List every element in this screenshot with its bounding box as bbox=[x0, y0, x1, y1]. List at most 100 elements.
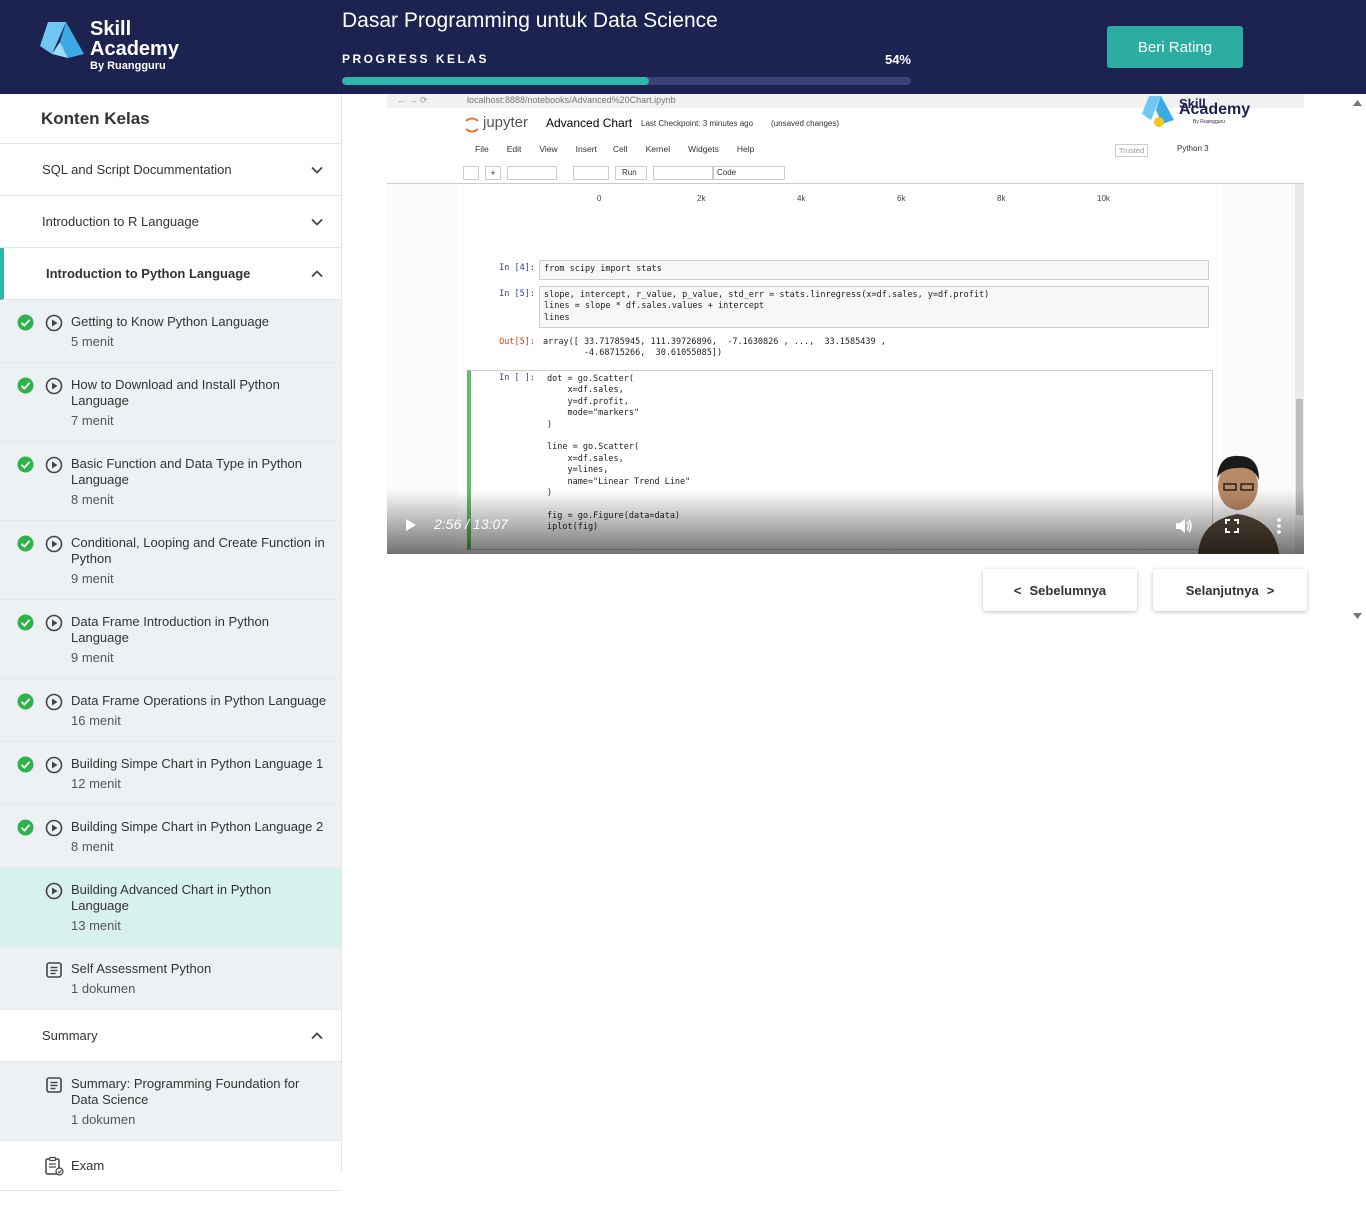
lesson-title: Self Assessment Python bbox=[71, 961, 212, 976]
fullscreen-icon[interactable] bbox=[1225, 519, 1239, 533]
course-content-sidebar: Konten Kelas SQL and Script Docummentati… bbox=[0, 94, 342, 1191]
video-time-display: 2:56 / 13:07 bbox=[434, 516, 508, 532]
lesson-duration: 13 menit bbox=[71, 918, 121, 933]
completed-check-icon bbox=[17, 614, 34, 631]
cell-prompt: In [5]: bbox=[499, 289, 535, 299]
cell-prompt: In [4]: bbox=[499, 263, 535, 273]
play-circle-icon bbox=[45, 693, 63, 711]
unsaved-text: (unsaved changes) bbox=[771, 119, 840, 128]
jupyter-header: jupyter Advanced Chart Last Checkpoint: … bbox=[387, 96, 1304, 184]
jupyter-menu-item: Insert bbox=[575, 144, 597, 154]
lesson-title: Data Frame Introduction in Python Langua… bbox=[71, 614, 269, 645]
skill-academy-logo[interactable]: Skill Academy By Ruangguru bbox=[38, 18, 208, 76]
lesson-title: Basic Function and Data Type in Python L… bbox=[71, 456, 303, 487]
lesson-title: How to Download and Install Python Langu… bbox=[71, 377, 280, 408]
page-scrollbar[interactable] bbox=[1349, 94, 1366, 625]
play-circle-icon bbox=[45, 614, 63, 632]
lesson-title: Conditional, Looping and Create Function… bbox=[71, 535, 325, 566]
jupyter-toolbar: + Run Code bbox=[463, 166, 813, 180]
more-options-icon[interactable] bbox=[1276, 518, 1282, 534]
play-circle-icon bbox=[45, 535, 63, 553]
section-intro-r-language[interactable]: Introduction to R Language bbox=[0, 196, 341, 248]
lesson-item[interactable]: Self Assessment Python 1 dokumen bbox=[0, 947, 341, 1010]
progress-label: PROGRESS KELAS bbox=[342, 52, 490, 66]
next-lesson-button[interactable]: Selanjutnya > bbox=[1153, 569, 1307, 611]
lesson-title: Building Advanced Chart in Python Langua… bbox=[71, 882, 272, 913]
lesson-item-summary[interactable]: Summary: Programming Foundation for Data… bbox=[0, 1062, 341, 1141]
lesson-item[interactable]: Conditional, Looping and Create Function… bbox=[0, 521, 341, 600]
browser-url: localhost:8888/notebooks/Advanced%20Char… bbox=[467, 95, 676, 105]
lesson-item-current[interactable]: Building Advanced Chart in Python Langua… bbox=[0, 868, 341, 947]
completed-check-icon bbox=[17, 456, 34, 473]
sidebar-title: Konten Kelas bbox=[0, 94, 341, 144]
chevron-right-icon: > bbox=[1266, 582, 1275, 598]
progress-bar bbox=[342, 77, 911, 85]
document-icon bbox=[46, 962, 62, 978]
lesson-duration: 1 dokumen bbox=[71, 1112, 136, 1127]
section-intro-python-language[interactable]: Introduction to Python Language bbox=[0, 248, 341, 300]
lesson-title: Data Frame Operations in Python Language bbox=[71, 693, 327, 708]
scroll-up-icon[interactable] bbox=[1353, 100, 1362, 106]
chevron-down-icon bbox=[311, 166, 323, 174]
cell-type-select: Code bbox=[713, 166, 785, 180]
axis-tick-label: 8k bbox=[997, 194, 1006, 203]
lesson-duration: 5 menit bbox=[71, 334, 114, 349]
play-circle-icon bbox=[45, 456, 63, 474]
volume-icon[interactable] bbox=[1175, 518, 1193, 534]
lesson-item[interactable]: Data Frame Operations in Python Language… bbox=[0, 679, 341, 742]
axis-tick-label: 2k bbox=[697, 194, 706, 203]
rate-class-button[interactable]: Beri Rating bbox=[1107, 26, 1243, 68]
code-cell: from scipy import stats bbox=[539, 260, 1209, 280]
jupyter-brand: jupyter bbox=[483, 114, 529, 131]
document-icon bbox=[46, 1077, 62, 1093]
python-lesson-list: Getting to Know Python Language 5 menit Ho… bbox=[0, 300, 341, 1010]
lesson-item[interactable]: Data Frame Introduction in Python Langua… bbox=[0, 600, 341, 679]
lesson-item[interactable]: Getting to Know Python Language 5 menit bbox=[0, 300, 341, 363]
completed-check-icon bbox=[17, 535, 34, 552]
scroll-down-icon[interactable] bbox=[1353, 613, 1362, 619]
jupyter-logo-icon bbox=[465, 117, 479, 133]
axis-tick-label: 10k bbox=[1097, 194, 1110, 203]
axis-tick-label: 0 bbox=[597, 194, 602, 203]
lesson-duration: 7 menit bbox=[71, 413, 114, 428]
notebook-title: Advanced Chart bbox=[546, 116, 633, 130]
section-summary[interactable]: Summary bbox=[0, 1010, 341, 1062]
section-sql-script-documentation[interactable]: SQL and Script Docummentation bbox=[0, 144, 341, 196]
section-label: Introduction to Python Language bbox=[46, 266, 251, 281]
section-label: Introduction to R Language bbox=[42, 214, 199, 229]
watermark-logo-icon bbox=[1142, 96, 1174, 127]
jupyter-menu-item: Edit bbox=[506, 144, 522, 154]
lesson-item[interactable]: How to Download and Install Python Langu… bbox=[0, 363, 341, 442]
exam-item[interactable]: Exam bbox=[0, 1141, 341, 1191]
cell-prompt: Out[5]: bbox=[499, 337, 535, 347]
video-player[interactable]: ← → ⟳ localhost:8888/notebooks/Advanced%… bbox=[387, 94, 1304, 554]
completed-check-icon bbox=[17, 693, 34, 710]
jupyter-menu: File Edit View Insert Cell Kernel Widgets Help bbox=[475, 144, 772, 154]
video-controls: 2:56 / 13:07 bbox=[387, 490, 1304, 554]
next-label: Selanjutnya bbox=[1185, 582, 1259, 598]
jupyter-menu-item: Help bbox=[736, 144, 755, 154]
chart-x-axis: 0 2k 4k 6k 8k 10k bbox=[597, 194, 1157, 206]
play-icon[interactable] bbox=[405, 518, 417, 532]
progress-percentage: 54% bbox=[884, 52, 911, 67]
top-header: Skill Academy By Ruangguru Dasar Program… bbox=[0, 0, 1366, 94]
lesson-item[interactable]: Building Simpe Chart in Python Language … bbox=[0, 805, 341, 868]
play-circle-icon bbox=[45, 882, 63, 900]
play-circle-icon bbox=[45, 314, 63, 332]
previous-lesson-button[interactable]: < Sebelumnya bbox=[983, 569, 1137, 611]
checkpoint-text: Last Checkpoint: 3 minutes ago bbox=[641, 119, 754, 128]
lesson-duration: 16 menit bbox=[71, 713, 121, 728]
code-cell: array([ 33.71785945, 111.39726896, -7.16… bbox=[539, 334, 1209, 360]
lesson-duration: 8 menit bbox=[71, 492, 114, 507]
logo-text-byline: By Ruangguru bbox=[90, 60, 166, 72]
lesson-title: Summary: Programming Foundation for Data… bbox=[71, 1076, 300, 1107]
lesson-item[interactable]: Building Simpe Chart in Python Language … bbox=[0, 742, 341, 805]
logo-text-academy: Academy bbox=[90, 38, 179, 60]
cell-prompt: In [ ]: bbox=[499, 373, 535, 383]
chevron-left-icon: < bbox=[1013, 582, 1022, 598]
logo-text-skill: Skill bbox=[90, 18, 132, 40]
play-circle-icon bbox=[45, 819, 63, 837]
lesson-duration: 9 menit bbox=[71, 571, 114, 586]
lesson-item[interactable]: Basic Function and Data Type in Python L… bbox=[0, 442, 341, 521]
skill-academy-logo-icon bbox=[40, 22, 84, 58]
